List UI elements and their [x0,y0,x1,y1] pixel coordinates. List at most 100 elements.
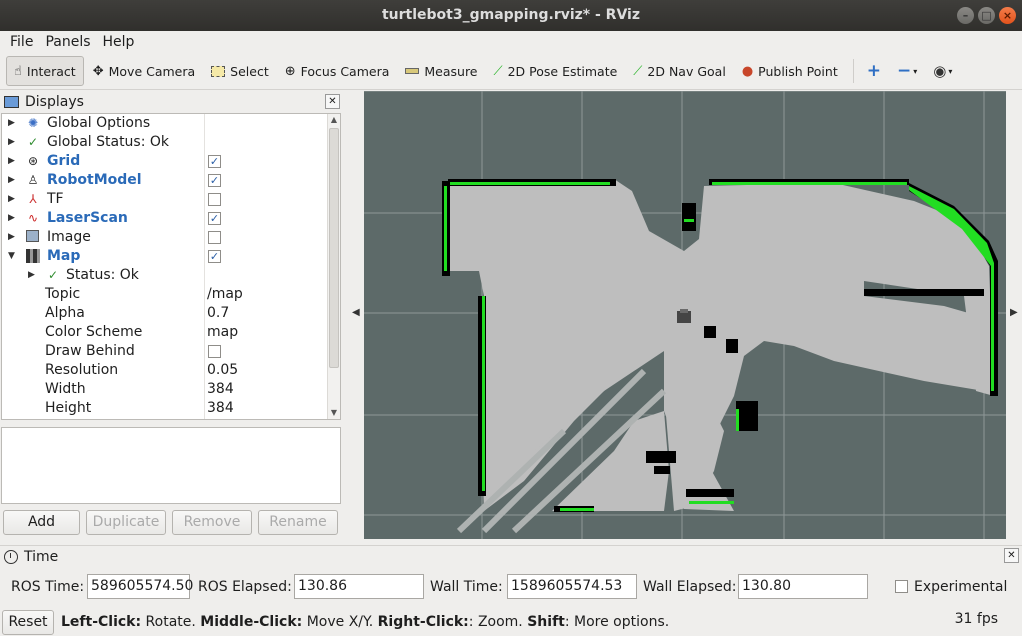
map-prop-width[interactable]: Width 384 [2,380,340,399]
status-bar: Reset Left-Click: Rotate. Middle-Click: … [0,609,1022,636]
green-arrow-icon: ⟋ [633,63,643,79]
pose-estimate-tool-button[interactable]: ⟋ 2D Pose Estimate [487,56,625,86]
menu-panels[interactable]: Panels [39,34,96,50]
monitor-icon [4,96,19,108]
robot-model [677,309,691,323]
menu-help[interactable]: Help [97,34,141,50]
rename-button[interactable]: Rename [258,510,338,535]
nav-goal-tool-button[interactable]: ⟋ 2D Nav Goal [626,56,733,86]
enable-checkbox[interactable]: ✓ [208,174,221,187]
plus-icon: + [866,61,881,81]
views-tool-button[interactable]: ◉ ▾ [926,56,959,86]
select-tool-button[interactable]: Select [204,56,276,86]
move-camera-tool-button[interactable]: ✥ Move Camera [86,56,202,86]
add-tool-button[interactable]: + [860,56,888,86]
minimize-icon[interactable]: – [957,7,974,24]
select-box-icon [211,65,226,77]
wall-time-label: Wall Time: [430,579,503,595]
time-title-bar: Time [0,545,1022,567]
wall-elapsed-field[interactable]: 130.80 [738,574,868,599]
prop-label: Color Scheme [45,324,143,340]
mouse-hint: Left-Click: Rotate. Middle-Click: Move X… [61,614,669,630]
gear-icon: ✺ [27,116,39,130]
enable-checkbox[interactable] [208,231,221,244]
ros-time-field[interactable]: 589605574.50 [87,574,193,599]
displays-title: Displays [25,94,84,110]
prop-value[interactable]: /map [207,285,243,304]
expand-arrow-icon[interactable]: ▶ [28,266,38,285]
prop-label: Topic [45,286,81,302]
map-prop-topic[interactable]: Topic /map [2,285,340,304]
scroll-up-icon[interactable]: ▲ [328,114,340,126]
clock-icon [4,549,18,564]
prop-label: Alpha [45,305,85,321]
tree-row-robotmodel[interactable]: ▶ ♙ RobotModel ✓ [2,171,340,190]
close-icon[interactable]: × [999,7,1016,24]
tree-row-tf[interactable]: ▶ ⅄ TF [2,190,340,209]
hint-left-key: Left-Click: [61,614,142,630]
time-title: Time [24,548,59,565]
focus-camera-tool-button[interactable]: ⊕ Focus Camera [278,56,397,86]
tree-row-global-options[interactable]: ▶ ✺ Global Options [2,114,340,133]
experimental-checkbox[interactable] [895,580,908,593]
expand-arrow-icon[interactable]: ▶ [8,209,18,228]
image-icon [26,230,39,242]
map-prop-status[interactable]: ▶ ✓ Status: Ok [2,266,340,285]
menu-bar: File Panels Help [0,31,1022,53]
expand-arrow-icon[interactable]: ▶ [8,228,18,247]
displays-panel: Displays ✕ ▶ ✺ Global Options ▶ ✓ Global… [0,91,343,422]
time-fields-row: ROS Time: 589605574.50 ROS Elapsed: 130.… [0,574,1022,600]
prop-label: Resolution [45,362,119,378]
enable-checkbox[interactable]: ✓ [208,212,221,225]
expand-arrow-icon[interactable]: ▶ [8,133,18,152]
expand-arrow-icon[interactable]: ▶ [8,114,18,133]
add-button[interactable]: Add [3,510,80,535]
tree-row-global-status[interactable]: ▶ ✓ Global Status: Ok [2,133,340,152]
render-viewport[interactable] [364,91,1006,539]
collapse-left-dock-icon[interactable]: ◀ [352,307,360,318]
expand-arrow-icon[interactable]: ▶ [8,190,18,209]
prop-value[interactable]: map [207,323,238,342]
remove-tool-button[interactable]: − ▾ [890,56,924,86]
tree-row-map[interactable]: ▼ Map ✓ [2,247,340,266]
map-prop-resolution[interactable]: Resolution 0.05 [2,361,340,380]
map-prop-draw-behind[interactable]: Draw Behind [2,342,340,361]
publish-point-tool-button[interactable]: ● Publish Point [735,56,845,86]
publish-point-label: Publish Point [758,63,838,79]
property-description-box [1,427,341,504]
map-prop-height[interactable]: Height 384 [2,399,340,418]
tree-row-laserscan[interactable]: ▶ ∿ LaserScan ✓ [2,209,340,228]
map-prop-alpha[interactable]: Alpha 0.7 [2,304,340,323]
tree-scrollbar[interactable]: ▲ ▼ [327,114,340,419]
tree-row-image[interactable]: ▶ Image [2,228,340,247]
maximize-icon[interactable]: □ [978,7,995,24]
collapse-arrow-icon[interactable]: ▼ [8,247,18,266]
ros-elapsed-field[interactable]: 130.86 [294,574,424,599]
hint-left-desc: Rotate. [141,614,201,630]
expand-arrow-icon[interactable]: ▶ [8,152,18,171]
tree-row-grid[interactable]: ▶ ⊛ Grid ✓ [2,152,340,171]
prop-value[interactable]: 0.7 [207,304,229,323]
scroll-down-icon[interactable]: ▼ [328,407,340,419]
map-prop-color-scheme[interactable]: Color Scheme map [2,323,340,342]
remove-button[interactable]: Remove [172,510,252,535]
move-icon: ✥ [92,63,104,79]
interact-tool-button[interactable]: ☝ Interact [6,56,84,86]
expand-arrow-icon[interactable]: ▶ [8,171,18,190]
menu-file[interactable]: File [4,34,39,50]
enable-checkbox[interactable] [208,193,221,206]
prop-value: 0.05 [207,362,239,378]
close-icon[interactable]: ✕ [325,94,340,109]
wall-time-field[interactable]: 1589605574.53 [507,574,637,599]
duplicate-button[interactable]: Duplicate [86,510,166,535]
draw-behind-checkbox[interactable] [208,345,221,358]
scroll-thumb[interactable] [329,128,339,368]
map-icon [26,249,40,263]
chevron-down-icon: ▾ [913,66,918,76]
collapse-right-dock-icon[interactable]: ▶ [1010,307,1018,318]
enable-checkbox[interactable]: ✓ [208,250,221,263]
enable-checkbox[interactable]: ✓ [208,155,221,168]
close-icon[interactable]: ✕ [1004,548,1019,563]
measure-tool-button[interactable]: Measure [398,56,484,86]
reset-button[interactable]: Reset [2,610,54,635]
